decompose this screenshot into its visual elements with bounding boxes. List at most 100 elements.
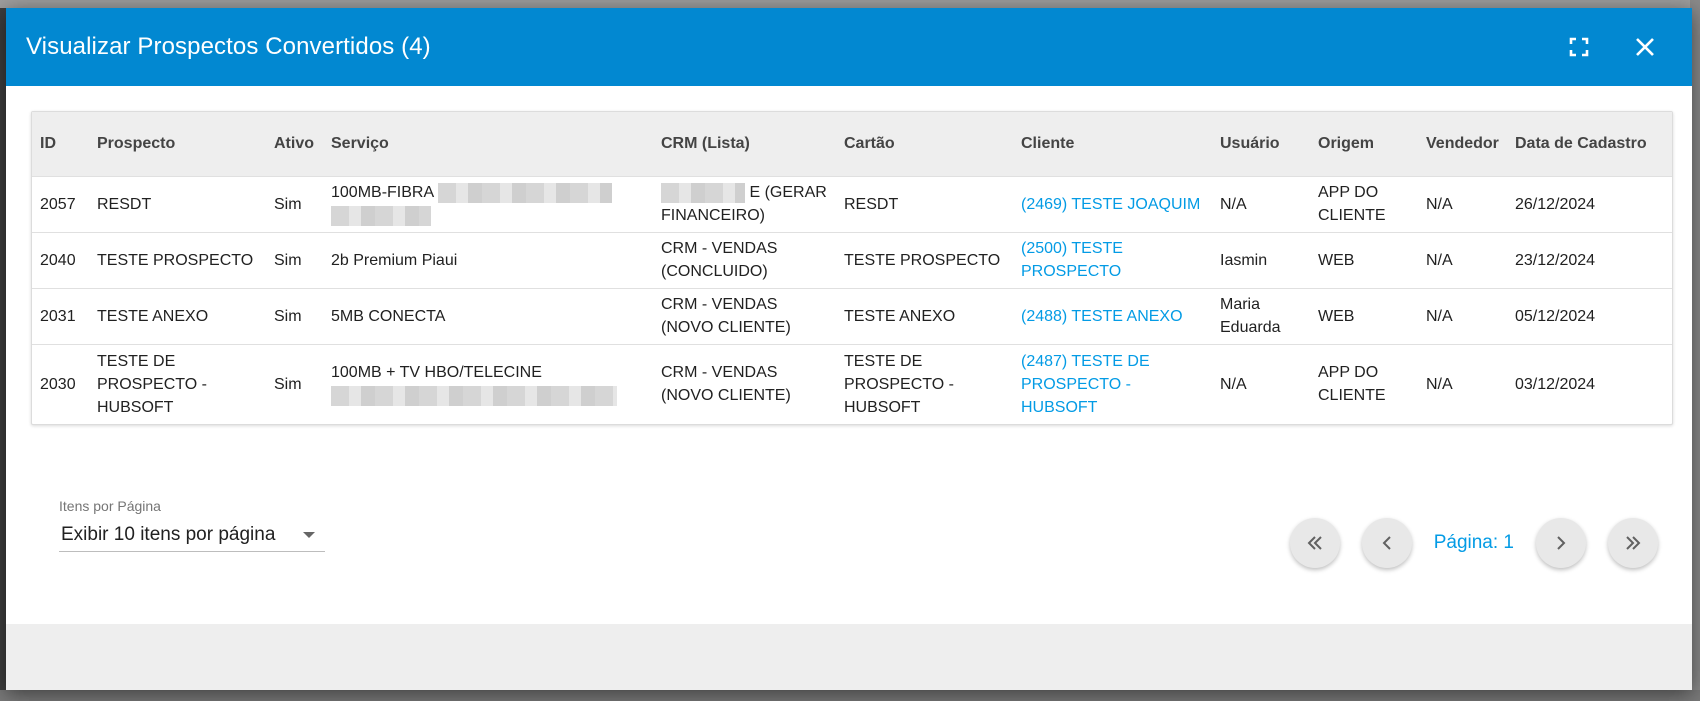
cell-origem: APP DO CLIENTE	[1310, 343, 1418, 424]
cell-cliente: (2488) TESTE ANEXO	[1013, 287, 1212, 344]
items-per-page-label: Itens por Página	[59, 498, 161, 514]
cell-cartao: RESDT	[836, 175, 1013, 232]
cell-vendedor: N/A	[1418, 175, 1507, 232]
cell-origem: APP DO CLIENTE	[1310, 175, 1418, 232]
cell-cartao: TESTE DE PROSPECTO - HUBSOFT	[836, 343, 1013, 424]
prospects-table-container: ID Prospecto Ativo Serviço CRM (Lista) C…	[31, 111, 1673, 425]
col-crm[interactable]: CRM (Lista)	[653, 112, 836, 176]
backdrop-bottom	[0, 690, 1700, 701]
cell-usuario: N/A	[1212, 343, 1310, 424]
col-ativo[interactable]: Ativo	[266, 112, 323, 176]
items-per-page: Itens por Página Exibir 10 itens por pág…	[59, 498, 325, 552]
cell-prospecto: TESTE DE PROSPECTO - HUBSOFT	[89, 343, 266, 424]
table-header-row: ID Prospecto Ativo Serviço CRM (Lista) C…	[32, 112, 1672, 176]
cell-crm: CRM - VENDAS (CONCLUIDO)	[653, 231, 836, 288]
cell-id: 2031	[32, 287, 89, 344]
double-chevron-left-icon	[1307, 536, 1322, 550]
cell-prospecto: TESTE ANEXO	[89, 287, 266, 344]
cell-id: 2040	[32, 231, 89, 288]
col-usuario[interactable]: Usuário	[1212, 112, 1310, 176]
prospects-table: ID Prospecto Ativo Serviço CRM (Lista) C…	[32, 112, 1672, 424]
first-page-button[interactable]	[1289, 518, 1340, 568]
prev-page-button[interactable]	[1361, 518, 1412, 568]
chevron-left-icon	[1382, 536, 1391, 550]
table-row: 2031 TESTE ANEXO Sim 5MB CONECTA CRM - V…	[32, 287, 1672, 344]
col-servico[interactable]: Serviço	[323, 112, 653, 176]
cell-vendedor: N/A	[1418, 287, 1507, 344]
cell-data: 26/12/2024	[1507, 175, 1672, 232]
cell-origem: WEB	[1310, 231, 1418, 288]
cell-prospecto: RESDT	[89, 175, 266, 232]
cell-ativo: Sim	[266, 231, 323, 288]
header-actions	[1562, 30, 1662, 64]
modal-title: Visualizar Prospectos Convertidos (4)	[26, 33, 431, 60]
table-row: 2030 TESTE DE PROSPECTO - HUBSOFT Sim 10…	[32, 343, 1672, 424]
modal-body: ID Prospecto Ativo Serviço CRM (Lista) C…	[6, 86, 1692, 624]
close-icon	[1636, 38, 1654, 56]
cell-cliente: (2500) TESTE PROSPECTO	[1013, 231, 1212, 288]
redacted-text	[437, 182, 612, 203]
items-per-page-select[interactable]: Exibir 10 itens por página	[59, 518, 325, 552]
converted-prospects-modal: Visualizar Prospectos Convertidos (4) ID…	[6, 8, 1692, 690]
last-page-button[interactable]	[1608, 518, 1658, 568]
pager: Página: 1	[1289, 518, 1658, 568]
col-vendedor[interactable]: Vendedor	[1418, 112, 1507, 176]
current-page: Página: 1	[1433, 532, 1514, 553]
cell-data: 05/12/2024	[1507, 287, 1672, 344]
backdrop-top	[0, 0, 1700, 8]
cell-data: 03/12/2024	[1507, 343, 1672, 424]
cell-servico: 100MB + TV HBO/TELECINE	[323, 343, 653, 424]
fullscreen-button[interactable]	[1562, 30, 1596, 64]
redacted-text	[331, 386, 617, 407]
cell-data: 23/12/2024	[1507, 231, 1672, 288]
cell-vendedor: N/A	[1418, 231, 1507, 288]
pagination-area: Itens por Página Exibir 10 itens por pág…	[6, 476, 1692, 616]
cliente-link[interactable]: (2488) TESTE ANEXO	[1021, 308, 1183, 325]
items-per-page-value: Exibir 10 itens por página	[61, 523, 276, 545]
cliente-link[interactable]: (2469) TESTE JOAQUIM	[1021, 196, 1200, 213]
cell-origem: WEB	[1310, 287, 1418, 344]
table-row: 2040 TESTE PROSPECTO Sim 2b Premium Piau…	[32, 231, 1672, 288]
cell-id: 2030	[32, 343, 89, 424]
cliente-link[interactable]: (2500) TESTE PROSPECTO	[1021, 240, 1123, 280]
servico-text: 100MB + TV HBO/TELECINE	[331, 364, 542, 382]
table-row: 2057 RESDT Sim 100MB-FIBRA E (GERAR FINA…	[32, 175, 1672, 232]
cell-cliente: (2487) TESTE DE PROSPECTO - HUBSOFT	[1013, 343, 1212, 424]
cell-crm: E (GERAR FINANCEIRO)	[653, 175, 836, 232]
dropdown-caret-icon	[303, 531, 315, 538]
col-data-cadastro[interactable]: Data de Cadastro	[1507, 112, 1672, 176]
cell-ativo: Sim	[266, 343, 323, 424]
cell-usuario: Iasmin	[1212, 231, 1310, 288]
cliente-link[interactable]: (2487) TESTE DE PROSPECTO - HUBSOFT	[1021, 353, 1150, 416]
chevron-right-icon	[1557, 536, 1566, 550]
cell-id: 2057	[32, 175, 89, 232]
col-id[interactable]: ID	[32, 112, 89, 176]
cell-servico: 100MB-FIBRA	[323, 175, 653, 232]
servico-text: 100MB-FIBRA	[331, 184, 434, 201]
cell-usuario: N/A	[1212, 175, 1310, 232]
next-page-button[interactable]	[1536, 518, 1586, 568]
cell-ativo: Sim	[266, 287, 323, 344]
cell-cliente: (2469) TESTE JOAQUIM	[1013, 175, 1212, 232]
cell-crm: CRM - VENDAS (NOVO CLIENTE)	[653, 343, 836, 424]
cell-usuario: Maria Eduarda	[1212, 287, 1310, 344]
cell-ativo: Sim	[266, 175, 323, 232]
redacted-text	[661, 182, 745, 203]
redacted-text	[331, 205, 431, 226]
modal-header: Visualizar Prospectos Convertidos (4)	[6, 8, 1692, 86]
close-button[interactable]	[1628, 30, 1662, 64]
modal-footer	[6, 624, 1692, 690]
double-chevron-right-icon	[1626, 536, 1641, 550]
cell-vendedor: N/A	[1418, 343, 1507, 424]
col-origem[interactable]: Origem	[1310, 112, 1418, 176]
cell-servico: 5MB CONECTA	[323, 287, 653, 344]
cell-crm: CRM - VENDAS (NOVO CLIENTE)	[653, 287, 836, 344]
cell-cartao: TESTE ANEXO	[836, 287, 1013, 344]
cell-servico: 2b Premium Piaui	[323, 231, 653, 288]
col-cliente[interactable]: Cliente	[1013, 112, 1212, 176]
fullscreen-icon	[1569, 37, 1589, 57]
col-prospecto[interactable]: Prospecto	[89, 112, 266, 176]
cell-prospecto: TESTE PROSPECTO	[89, 231, 266, 288]
col-cartao[interactable]: Cartão	[836, 112, 1013, 176]
cell-cartao: TESTE PROSPECTO	[836, 231, 1013, 288]
